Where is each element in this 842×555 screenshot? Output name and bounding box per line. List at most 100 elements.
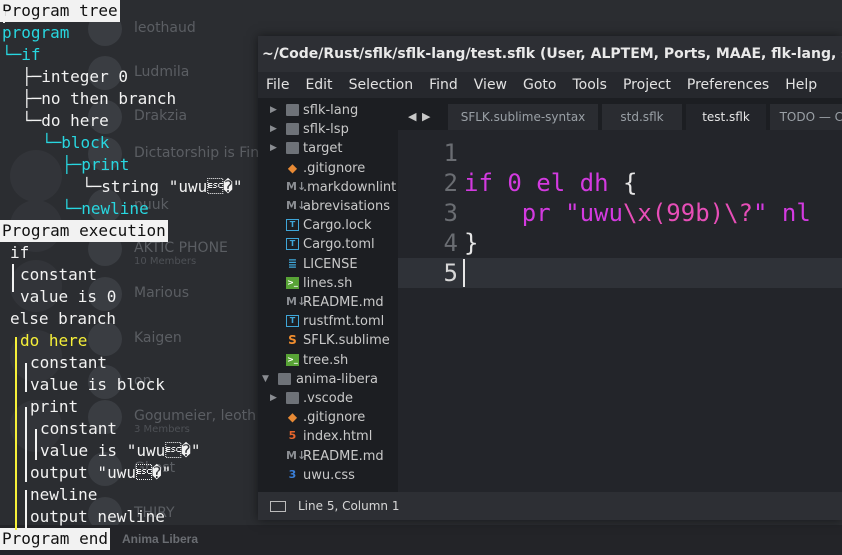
sidebar-item-label: .gitignore: [303, 410, 366, 426]
sidebar-item-label: abrevisations: [303, 199, 390, 214]
sidebar-item-label: .gitignore: [303, 160, 366, 176]
menu-view[interactable]: View: [466, 72, 515, 98]
file-sidebar: ▶ sflk-lang ▶ sflk-lsp ▶ target ◆ .gitignore M↓.…: [258, 98, 398, 492]
menu-file[interactable]: File: [258, 72, 297, 98]
expand-arrow-icon[interactable]: ▶: [270, 139, 282, 158]
terminal-line: value is block: [30, 375, 165, 394]
menu-help[interactable]: Help: [777, 72, 825, 98]
status-position: Line 5, Column 1: [298, 499, 400, 513]
sidebar-item[interactable]: S SFLK.sublime: [258, 331, 398, 350]
css-icon: 3: [288, 467, 297, 481]
menu-find[interactable]: Find: [421, 72, 466, 98]
tab-right-arrow-icon[interactable]: ▶: [422, 104, 430, 130]
sidebar-item[interactable]: Trustfmt.toml: [258, 312, 398, 331]
sidebar-item[interactable]: ▶ sflk-lsp: [258, 120, 398, 139]
sidebar-item-label: README.md: [303, 295, 384, 310]
terminal-line: output newline: [30, 507, 165, 526]
terminal-header: Program tree: [0, 0, 120, 22]
terminal-line: constant: [30, 353, 108, 372]
terminal-line: value is 0: [20, 287, 117, 306]
sidebar-item[interactable]: M↓ .markdownlint: [258, 178, 398, 197]
folder-open-icon: [278, 372, 291, 385]
sidebar-item[interactable]: ▶ sflk-lang: [258, 101, 398, 120]
expand-arrow-icon[interactable]: ▶: [270, 101, 282, 120]
code-line[interactable]: if 0 el dh {: [464, 168, 637, 198]
toml-icon: T: [286, 315, 299, 328]
sidebar-item[interactable]: ▶ .vscode: [258, 389, 398, 408]
sidebar-item-label: target: [303, 141, 343, 157]
sidebar-item[interactable]: >_ tree.sh: [258, 351, 398, 370]
sidebar-item-label: README.md: [303, 448, 384, 464]
sidebar-item[interactable]: T Cargo.lock: [258, 216, 398, 235]
sidebar-item-label: Cargo.toml: [303, 237, 375, 253]
menu-preferences[interactable]: Preferences: [679, 72, 777, 98]
html-icon: 5: [288, 429, 297, 443]
tab-std-sflk[interactable]: std.sflk: [602, 104, 682, 130]
tab-left-arrow-icon[interactable]: ◀: [408, 104, 416, 130]
terminal-line: program: [2, 23, 70, 42]
sidebar-item[interactable]: ▶ target: [258, 139, 398, 158]
execution-guide-line: [3, 11, 5, 23]
menu-tools[interactable]: Tools: [564, 72, 615, 98]
execution-guide-line: [25, 407, 27, 482]
sidebar-item[interactable]: ▼ anima-libera: [258, 370, 398, 389]
expand-arrow-icon[interactable]: ▼: [262, 370, 274, 389]
menu-project[interactable]: Project: [615, 72, 679, 98]
sidebar-item[interactable]: 5 index.html: [258, 427, 398, 446]
terminal-line: print: [30, 397, 79, 416]
line-number: 3: [443, 199, 458, 227]
sidebar-item[interactable]: M↓ abrevisations: [258, 197, 398, 216]
line-number: 1: [443, 139, 458, 167]
sidebar-item-label: .vscode: [303, 391, 353, 406]
tab-bar: ◀ ▶ SFLK.sublime-syntax std.sflk test.sflk…: [398, 98, 842, 130]
sidebar-item[interactable]: 3 uwu.css: [258, 466, 398, 485]
expand-arrow-icon[interactable]: ▶: [270, 389, 282, 408]
terminal-line: value is "uwu�": [40, 441, 201, 460]
terminal-line: ├─integer 0: [22, 67, 128, 86]
sublime-icon: S: [288, 333, 297, 348]
markdown-icon: M↓: [286, 199, 307, 212]
sidebar-item-label: Cargo.lock: [303, 218, 372, 234]
execution-guide-line: [15, 337, 17, 530]
sidebar-item-label: lines.sh: [303, 275, 353, 291]
line-number: 5: [443, 259, 458, 287]
code-editor[interactable]: 1 2 3 4 5 if 0 el dh { pr "uwu\x(99b)\?" nl}: [398, 130, 842, 492]
sidebar-item-label: LICENSE: [303, 256, 358, 272]
panel-toggle-icon[interactable]: [270, 501, 286, 512]
sidebar-item-label: sflk-lsp: [303, 122, 349, 138]
tab-todo-co[interactable]: TODO — Co: [770, 104, 842, 130]
sidebar-item-label: index.html: [303, 429, 373, 445]
terminal-line: constant: [40, 419, 118, 438]
menu-edit[interactable]: Edit: [297, 72, 340, 98]
line-number: 4: [443, 229, 458, 257]
expand-arrow-icon[interactable]: ▶: [270, 120, 282, 139]
git-icon: ◆: [287, 160, 298, 175]
terminal-line: ├─no then branch: [22, 89, 177, 108]
tab-test-sflk[interactable]: test.sflk: [686, 104, 766, 130]
execution-guide-line: [25, 363, 27, 392]
code-line[interactable]: }: [464, 228, 478, 258]
sidebar-item[interactable]: M↓ README.md: [258, 293, 398, 312]
sidebar-item[interactable]: M↓ README.md: [258, 447, 398, 466]
toml-icon: T: [286, 219, 299, 232]
sidebar-item[interactable]: ◆ .gitignore: [258, 159, 398, 178]
menu-selection[interactable]: Selection: [341, 72, 422, 98]
terminal-line: └─block: [42, 133, 110, 152]
terminal-line: output "uwu�": [30, 463, 172, 482]
tab-sflk-sublime-syntax[interactable]: SFLK.sublime-syntax: [448, 104, 598, 130]
terminal-line: └─newline: [62, 199, 149, 218]
terminal-line: ├─print: [62, 155, 130, 174]
editor-window: ~/Code/Rust/sflk/sflk-lang/test.sflk (Us…: [258, 36, 842, 520]
code-line[interactable]: pr "uwu\x(99b)\?" nl: [464, 198, 811, 228]
sidebar-item[interactable]: >_ lines.sh: [258, 274, 398, 293]
file-icon: M↓: [286, 179, 307, 193]
terminal-line: └─do here: [22, 111, 109, 130]
sidebar-item[interactable]: ≣ LICENSE: [258, 255, 398, 274]
menu-goto[interactable]: Goto: [515, 72, 564, 98]
line-number: 2: [443, 169, 458, 197]
status-bar: Line 5, Column 1: [258, 492, 842, 520]
markdown-icon: M↓: [286, 295, 307, 308]
toml-icon: T: [286, 238, 299, 251]
sidebar-item[interactable]: T Cargo.toml: [258, 235, 398, 254]
sidebar-item[interactable]: ◆ .gitignore: [258, 408, 398, 427]
